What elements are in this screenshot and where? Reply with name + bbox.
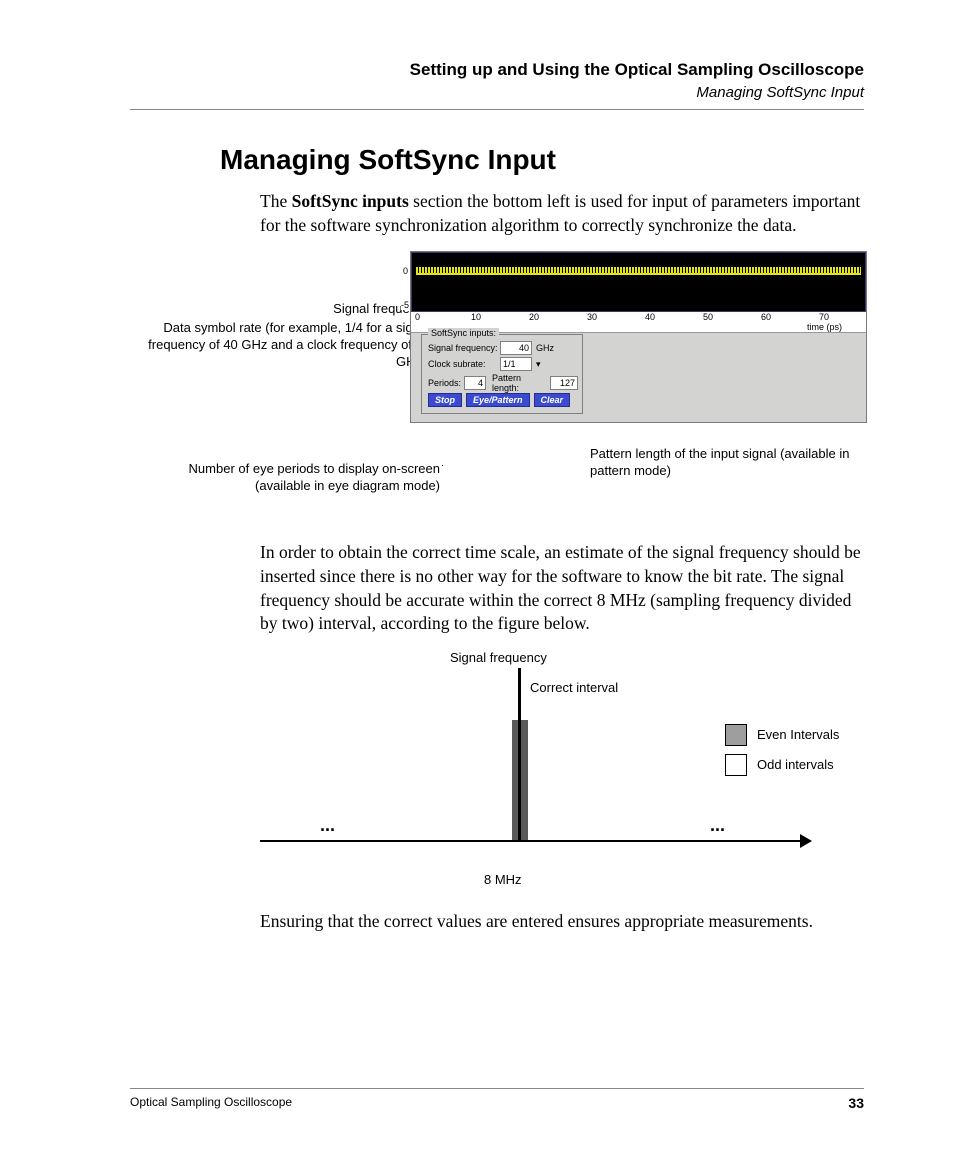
ellipsis-left: ... bbox=[320, 815, 335, 836]
legend-even-label: Even Intervals bbox=[757, 727, 839, 742]
signal-frequency-label: Signal frequency: bbox=[428, 343, 500, 353]
clock-subrate-select[interactable]: 1/1 bbox=[500, 357, 532, 371]
signal-frequency-input[interactable]: 40 bbox=[500, 341, 532, 355]
chapter-title: Setting up and Using the Optical Samplin… bbox=[130, 60, 864, 80]
callout-pattern-length: Pattern length of the input signal (avai… bbox=[590, 446, 850, 480]
signal-frequency-row: Signal frequency: 40 GHz bbox=[428, 341, 578, 355]
label-8mhz: 8 MHz bbox=[484, 872, 522, 887]
center-marker-line bbox=[518, 668, 521, 840]
periods-label: Periods: bbox=[428, 378, 464, 388]
y-tick-0: 0 bbox=[403, 266, 408, 276]
odd-swatch-icon bbox=[725, 754, 747, 776]
x-axis-label: time (ps) bbox=[807, 322, 842, 332]
x-tick: 40 bbox=[645, 312, 655, 322]
ellipsis-right: ... bbox=[710, 815, 725, 836]
closing-paragraph: Ensuring that the correct values are ent… bbox=[260, 910, 864, 934]
interval-diagram: Signal frequency Correct interval ... ..… bbox=[260, 650, 864, 900]
explanation-paragraph: In order to obtain the correct time scal… bbox=[260, 541, 864, 636]
clock-subrate-label: Clock subrate: bbox=[428, 359, 500, 369]
periods-pattern-row: Periods: 4 Pattern length: 127 bbox=[428, 373, 578, 393]
page-title: Managing SoftSync Input bbox=[220, 144, 864, 176]
callout-clock-subrate: Data symbol rate (for example, 1/4 for a… bbox=[130, 320, 430, 371]
legend-odd-label: Odd intervals bbox=[757, 757, 834, 772]
x-tick: 60 bbox=[761, 312, 771, 322]
x-tick: 30 bbox=[587, 312, 597, 322]
legend-even: Even Intervals bbox=[725, 724, 839, 746]
legend-odd: Odd intervals bbox=[725, 754, 839, 776]
signal-frequency-unit: GHz bbox=[536, 343, 554, 353]
oscilloscope-plot bbox=[411, 252, 866, 312]
label-signal-frequency: Signal frequency bbox=[450, 650, 547, 665]
x-tick: 70 bbox=[819, 312, 829, 322]
page-footer: Optical Sampling Oscilloscope 33 bbox=[130, 1088, 864, 1111]
header-rule bbox=[130, 109, 864, 110]
footer-product: Optical Sampling Oscilloscope bbox=[130, 1095, 292, 1111]
clear-button[interactable]: Clear bbox=[534, 393, 571, 407]
x-tick: 20 bbox=[529, 312, 539, 322]
page-number: 33 bbox=[848, 1095, 864, 1111]
y-tick-minus5: -5 bbox=[401, 300, 409, 310]
intro-text-pre: The bbox=[260, 191, 292, 211]
screenshot-figure: Signal frequency Data symbol rate (for e… bbox=[130, 251, 864, 511]
signal-trace bbox=[416, 273, 861, 275]
stop-button[interactable]: Stop bbox=[428, 393, 462, 407]
periods-input[interactable]: 4 bbox=[464, 376, 486, 390]
pattern-length-label: Pattern length: bbox=[492, 373, 550, 393]
x-tick: 50 bbox=[703, 312, 713, 322]
frequency-axis bbox=[260, 840, 800, 842]
page-header: Setting up and Using the Optical Samplin… bbox=[130, 60, 864, 110]
eye-pattern-button[interactable]: Eye/Pattern bbox=[466, 393, 530, 407]
dropdown-icon[interactable]: ▾ bbox=[536, 359, 541, 370]
softsync-bold: SoftSync inputs bbox=[292, 191, 409, 211]
section-title: Managing SoftSync Input bbox=[130, 84, 864, 101]
groupbox-legend: SoftSync inputs: bbox=[428, 328, 499, 338]
pattern-length-input[interactable]: 127 bbox=[550, 376, 578, 390]
x-tick: 0 bbox=[415, 312, 420, 322]
button-row: Stop Eye/Pattern Clear bbox=[428, 393, 570, 407]
intro-paragraph: The SoftSync inputs section the bottom l… bbox=[260, 190, 864, 237]
interval-legend: Even Intervals Odd intervals bbox=[725, 724, 839, 784]
clock-subrate-row: Clock subrate: 1/1 ▾ bbox=[428, 357, 578, 371]
softsync-groupbox: SoftSync inputs: Signal frequency: 40 GH… bbox=[421, 334, 583, 414]
left-callouts: Signal frequency Data symbol rate (for e… bbox=[130, 301, 430, 373]
softsync-panel: 0 -5 0 10 20 30 40 50 60 70 time (ps) So… bbox=[410, 251, 867, 423]
label-correct-interval: Correct interval bbox=[530, 680, 618, 695]
x-tick: 10 bbox=[471, 312, 481, 322]
even-swatch-icon bbox=[725, 724, 747, 746]
arrow-icon bbox=[800, 834, 812, 848]
callout-signal-frequency: Signal frequency bbox=[130, 301, 430, 318]
callout-periods: Number of eye periods to display on-scre… bbox=[130, 461, 440, 495]
